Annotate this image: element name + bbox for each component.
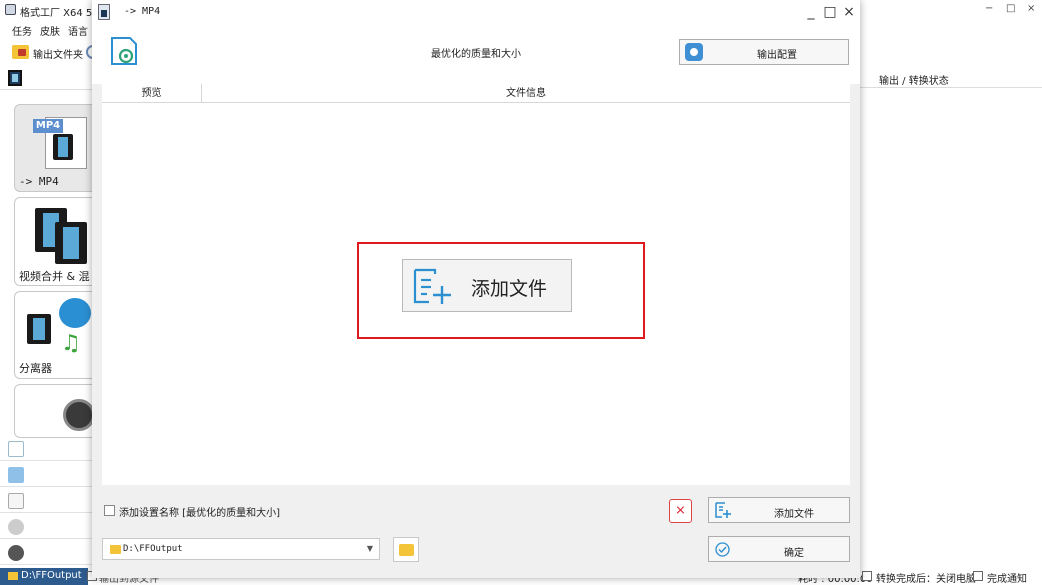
ok-button[interactable]: 确定	[708, 536, 850, 562]
sidebar-card-label: 分离器	[19, 362, 52, 375]
picture-icon	[8, 467, 24, 483]
file-list-panel[interactable]: 预览 文件信息 添加文件	[102, 84, 850, 485]
dialog-header: 最优化的质量和大小 输出配置	[92, 26, 860, 84]
category-rom[interactable]	[0, 515, 92, 539]
sidebar-card-label: -> MP4	[19, 175, 59, 188]
reel-icon	[59, 298, 91, 328]
add-file-button[interactable]: 添加文件	[708, 497, 850, 523]
main-minimize-button[interactable]: −	[985, 3, 993, 14]
audio-icon	[8, 441, 24, 457]
video-category-icon[interactable]	[8, 70, 22, 86]
column-preview[interactable]: 预览	[102, 84, 202, 103]
category-utilities[interactable]	[0, 541, 92, 565]
document-icon	[8, 493, 24, 509]
status-column-header: 输出 / 转换状态	[860, 68, 1042, 88]
shutdown-checkbox[interactable]	[862, 571, 872, 581]
shutdown-label: 转换完成后：关闭电脑	[876, 574, 976, 585]
menu-skin[interactable]: 皮肤	[40, 23, 60, 38]
add-file-button-label: 添加文件	[774, 509, 814, 520]
notify-checkbox[interactable]	[973, 571, 983, 581]
output-folder-button[interactable]: 输出文件夹	[33, 46, 83, 61]
category-document[interactable]	[0, 489, 92, 513]
dialog-close-button[interactable]: ×	[840, 2, 858, 22]
utilities-icon	[8, 545, 24, 561]
menu-language[interactable]: 语言	[68, 23, 88, 38]
output-folder-icon[interactable]	[12, 45, 29, 59]
ok-button-label: 确定	[784, 548, 804, 559]
divider	[0, 89, 100, 90]
add-file-icon	[715, 502, 731, 518]
status-column-label: 输出 / 转换状态	[879, 76, 949, 87]
folder-icon	[8, 572, 18, 580]
add-setting-name-label: 添加设置名称 [最优化的质量和大小]	[119, 508, 280, 519]
column-file-info[interactable]: 文件信息	[202, 84, 850, 103]
category-picture[interactable]	[0, 463, 92, 487]
sidebar-card-to-mp4[interactable]: MP4 -> MP4	[14, 104, 104, 192]
disc-icon	[63, 399, 95, 431]
gear-icon	[685, 43, 703, 61]
status-output-path[interactable]: D:\FFOutput	[0, 568, 88, 585]
sidebar-card-disc[interactable]	[14, 384, 104, 438]
mp4-settings-dialog: -> MP4 _ □ × 最优化的质量和大小 输出配置 预览 文件信息 添加文件…	[92, 0, 860, 578]
dialog-minimize-button[interactable]: _	[802, 2, 820, 22]
add-setting-name-checkbox[interactable]	[104, 505, 115, 516]
app-title: 格式工厂 X64 5.2	[20, 8, 102, 19]
dialog-app-icon	[96, 3, 112, 21]
output-config-label: 输出配置	[757, 50, 797, 61]
add-file-icon	[413, 268, 451, 304]
dialog-footer: 添加设置名称 [最优化的质量和大小] 添加文件 D:\FFOutput ▼	[92, 485, 860, 578]
browse-folder-button[interactable]	[393, 537, 419, 562]
add-file-large-label: 添加文件	[471, 278, 548, 300]
notify-label: 完成通知	[987, 574, 1027, 585]
output-path-select[interactable]: D:\FFOutput ▼	[102, 538, 380, 560]
file-list-header: 预览 文件信息	[102, 84, 850, 103]
status-output-path-label: D:\FFOutput	[21, 570, 82, 581]
dialog-title: -> MP4	[124, 6, 161, 17]
music-note-icon: ♫	[61, 331, 81, 356]
chevron-down-icon: ▼	[366, 544, 373, 553]
sidebar-card-label: 视频合并 & 混	[19, 270, 90, 283]
sidebar-card-video-merge[interactable]: 视频合并 & 混	[14, 197, 104, 286]
film-icon	[27, 314, 51, 344]
folder-icon	[399, 544, 414, 556]
dialog-maximize-button[interactable]: □	[821, 2, 839, 22]
main-maximize-button[interactable]: □	[1006, 3, 1015, 14]
folder-icon	[110, 545, 121, 554]
highlight-annotation: 添加文件	[357, 242, 645, 339]
dialog-titlebar: -> MP4 _ □ ×	[92, 0, 860, 26]
output-path-value: D:\FFOutput	[123, 544, 183, 554]
app-icon	[5, 4, 16, 15]
main-close-button[interactable]: ×	[1027, 3, 1035, 14]
output-config-button[interactable]: 输出配置	[679, 39, 849, 65]
menu-task[interactable]: 任务	[12, 23, 32, 38]
rom-icon	[8, 519, 24, 535]
category-audio[interactable]	[0, 437, 92, 461]
add-file-large-button[interactable]: 添加文件	[402, 259, 572, 312]
sidebar-card-splitter[interactable]: ♫ 分离器	[14, 291, 104, 379]
film-icon	[55, 222, 87, 264]
check-circle-icon	[715, 542, 730, 557]
mp4-badge: MP4	[33, 119, 63, 133]
clear-list-button[interactable]	[669, 499, 692, 523]
